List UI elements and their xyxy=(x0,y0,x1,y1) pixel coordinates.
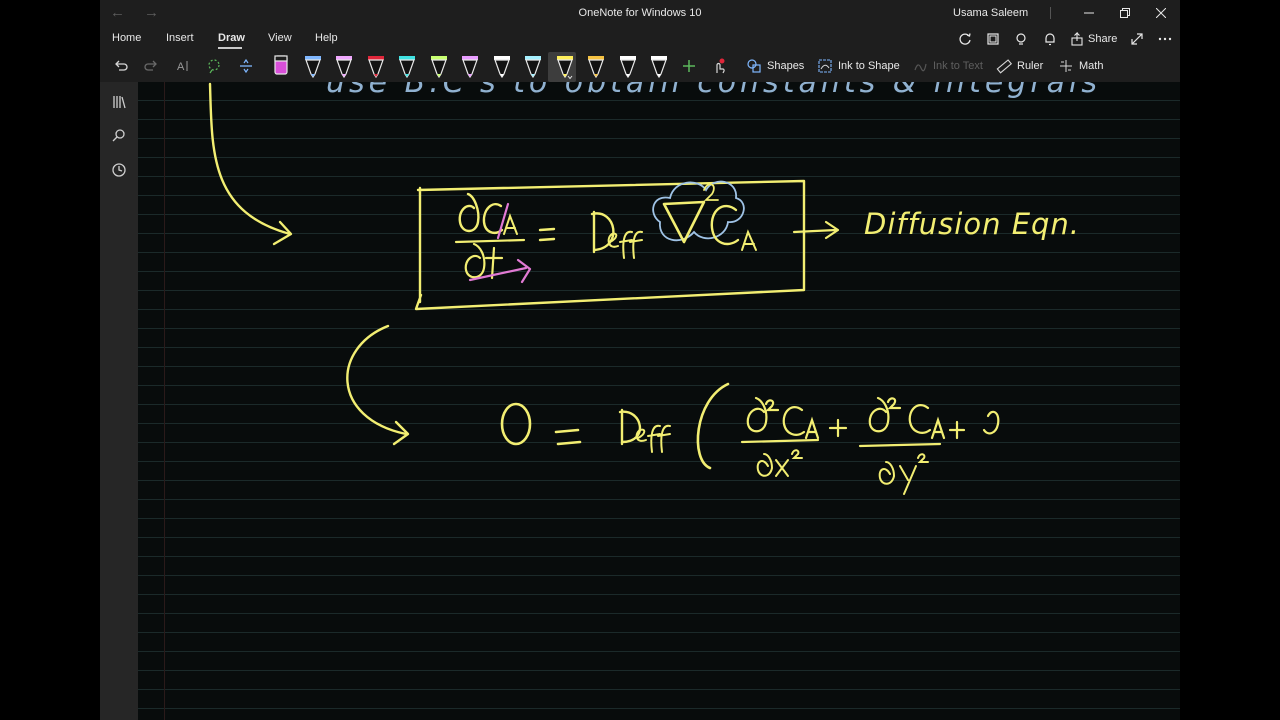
tab-view[interactable]: View xyxy=(268,32,292,44)
ink-label-diffusion: Diffusion Eqn. xyxy=(864,207,1080,241)
ink-open-paren xyxy=(696,382,730,470)
svg-text:A: A xyxy=(177,61,185,73)
pen-4-icon[interactable] xyxy=(365,54,387,85)
pen-11-icon[interactable] xyxy=(585,54,607,85)
ink-to-text-button[interactable]: Ink to Text xyxy=(912,54,983,78)
fullscreen-icon[interactable] xyxy=(1127,31,1147,47)
ink-nabla-squared xyxy=(703,183,719,201)
ink-curved-arrow-2 xyxy=(346,324,408,436)
ink-frac2-num xyxy=(868,396,946,440)
ink-dt-d xyxy=(464,242,486,279)
share-label: Share xyxy=(1088,33,1118,45)
pen-7-icon[interactable] xyxy=(459,54,481,85)
active-tab-indicator xyxy=(218,47,242,49)
ink-curved-arrow-1 xyxy=(208,82,292,236)
more-options-icon[interactable] xyxy=(1155,31,1175,47)
ink-pink-slash-dt xyxy=(468,258,532,284)
add-space-icon[interactable] xyxy=(238,54,254,78)
ink-plus-2 xyxy=(948,420,966,440)
pen-2-icon[interactable] xyxy=(302,54,324,85)
math-button[interactable]: Math xyxy=(1058,54,1103,78)
ink-d-eff-2-eff xyxy=(635,424,671,453)
tab-draw[interactable]: Draw xyxy=(218,32,245,44)
pen-9-icon[interactable] xyxy=(522,54,544,85)
ink-frac1-den xyxy=(756,449,803,477)
ink-equals-2 xyxy=(554,428,582,446)
sync-icon[interactable] xyxy=(955,31,975,47)
ink-ca-c xyxy=(482,203,504,234)
ink-to-shape-icon xyxy=(818,59,832,73)
tab-insert[interactable]: Insert xyxy=(166,32,194,44)
ink-to-text-icon xyxy=(914,63,927,72)
ink-partial-d xyxy=(982,410,1000,435)
redo-icon[interactable] xyxy=(144,54,160,78)
restore-icon[interactable] xyxy=(1114,4,1136,22)
undo-icon[interactable] xyxy=(112,54,128,78)
search-icon[interactable] xyxy=(109,125,129,145)
minimize-icon[interactable] xyxy=(1078,4,1100,22)
notebook-icon[interactable] xyxy=(983,31,1003,47)
tab-help[interactable]: Help xyxy=(315,32,338,44)
math-label: Math xyxy=(1079,60,1104,72)
title-separator xyxy=(1050,7,1051,19)
shapes-label: Shapes xyxy=(767,60,805,72)
ink-ca-a xyxy=(503,213,518,235)
ink-frac2-bar xyxy=(858,442,942,448)
math-icon xyxy=(1060,60,1072,72)
pen-12-icon[interactable] xyxy=(617,54,639,85)
ink-to-shape-label: Ink to Shape xyxy=(838,60,900,72)
pen-1-icon[interactable] xyxy=(270,54,292,85)
ruler-label: Ruler xyxy=(1017,60,1044,72)
ink-plus-1 xyxy=(828,418,848,438)
shapes-button[interactable]: Shapes xyxy=(746,54,804,78)
ink-fraction-bar xyxy=(454,238,526,244)
lightbulb-icon[interactable] xyxy=(1011,31,1031,47)
ink-equals-1 xyxy=(538,227,556,242)
ink-dca xyxy=(458,192,480,233)
ink-frac1-num xyxy=(746,396,820,440)
ink-label-arrow xyxy=(792,220,840,240)
ink-ca-rhs-a xyxy=(741,229,757,251)
share-button[interactable]: Share xyxy=(1070,31,1122,47)
lasso-select-icon[interactable] xyxy=(206,54,222,78)
pen-6-icon[interactable] xyxy=(428,54,450,85)
add-pen-icon[interactable] xyxy=(681,54,697,78)
pen-5-icon[interactable] xyxy=(396,54,418,85)
ink-to-text-label: Ink to Text xyxy=(933,60,983,72)
notebooks-icon[interactable] xyxy=(109,92,129,112)
type-select-icon[interactable]: A xyxy=(176,54,192,78)
navigation-sidebar xyxy=(100,82,138,720)
ink-frac2-den xyxy=(878,453,929,495)
ink-ca-rhs-c xyxy=(710,204,740,246)
ink-text-top-line: use B.C's to obtain constants & integral… xyxy=(326,82,1101,100)
recent-clock-icon[interactable] xyxy=(109,160,129,180)
ruler-icon xyxy=(996,59,1012,74)
pen-13-icon[interactable] xyxy=(648,54,670,85)
pen-10-icon[interactable] xyxy=(554,54,576,85)
ink-pink-slash-ca xyxy=(496,202,510,240)
note-page-canvas[interactable]: use B.C's to obtain constants & integral… xyxy=(138,82,1180,720)
ink-frac1-bar xyxy=(740,438,820,444)
ruler-button[interactable]: Ruler xyxy=(996,54,1043,78)
title-bar: ← → OneNote for Windows 10 Usama Saleem xyxy=(100,0,1180,28)
user-name[interactable]: Usama Saleem xyxy=(953,7,1028,19)
shapes-icon xyxy=(747,59,761,73)
onenote-window: ← → OneNote for Windows 10 Usama Saleem … xyxy=(100,0,1180,720)
pen-3-icon[interactable] xyxy=(333,54,355,85)
close-icon[interactable] xyxy=(1150,4,1172,22)
tab-home[interactable]: Home xyxy=(112,32,141,44)
share-icon xyxy=(1071,32,1083,46)
ink-layer: use B.C's to obtain constants & integral… xyxy=(208,82,1101,495)
touch-draw-icon[interactable] xyxy=(710,54,728,78)
bell-icon[interactable] xyxy=(1040,31,1060,47)
pen-8-icon[interactable] xyxy=(491,54,513,85)
ink-to-shape-button[interactable]: Ink to Shape xyxy=(817,54,900,78)
ink-zero xyxy=(500,402,532,446)
